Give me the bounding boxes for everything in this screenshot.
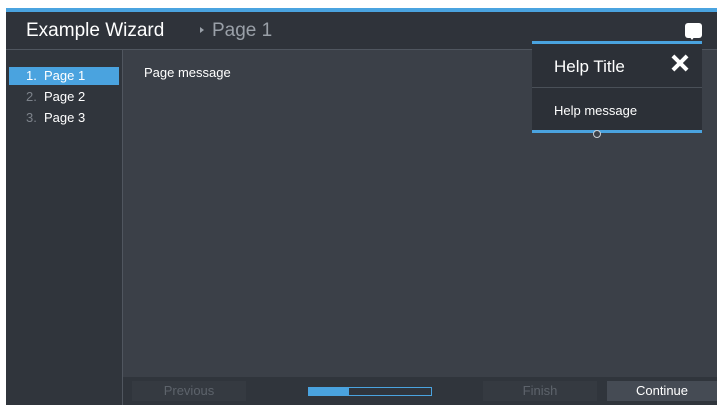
page-frame: Example Wizard Page 1 1. Page 1 2. Page 2 …	[0, 0, 723, 405]
progress-bar-fill	[309, 388, 350, 395]
popover-anchor-handle[interactable]	[593, 130, 601, 138]
step-number: 1.	[26, 68, 37, 83]
step-label: Page 2	[44, 89, 86, 104]
breadcrumb-current-page: Page 1	[212, 20, 273, 41]
speech-bubble-icon	[689, 36, 695, 40]
help-popover-header: Help Title	[532, 44, 702, 88]
help-popover-message: Help message	[554, 103, 638, 118]
help-popover: Help Title Help message	[532, 41, 702, 133]
step-number: 3.	[26, 110, 37, 125]
previous-button[interactable]: Previous	[132, 381, 246, 401]
step-label: Page 1	[44, 68, 86, 83]
progress-bar	[308, 387, 432, 396]
page-message: Page message	[144, 65, 231, 80]
close-icon[interactable]	[670, 53, 690, 73]
finish-button[interactable]: Finish	[483, 381, 597, 401]
steps-sidebar: 1. Page 1 2. Page 2 3. Page 3	[6, 50, 123, 405]
continue-button[interactable]: Continue	[607, 381, 717, 401]
help-popover-title: Help Title	[554, 57, 625, 76]
sidebar-step-page-3[interactable]: 3. Page 3	[9, 109, 119, 127]
sidebar-step-page-2[interactable]: 2. Page 2	[9, 88, 119, 106]
wizard-title: Example Wizard	[26, 20, 165, 41]
step-label: Page 3	[44, 110, 86, 125]
step-number: 2.	[26, 89, 37, 104]
wizard-footer: Previous Finish Continue	[123, 377, 717, 405]
sidebar-step-page-1[interactable]: 1. Page 1	[9, 67, 119, 85]
breadcrumb-arrow-icon	[200, 27, 204, 33]
